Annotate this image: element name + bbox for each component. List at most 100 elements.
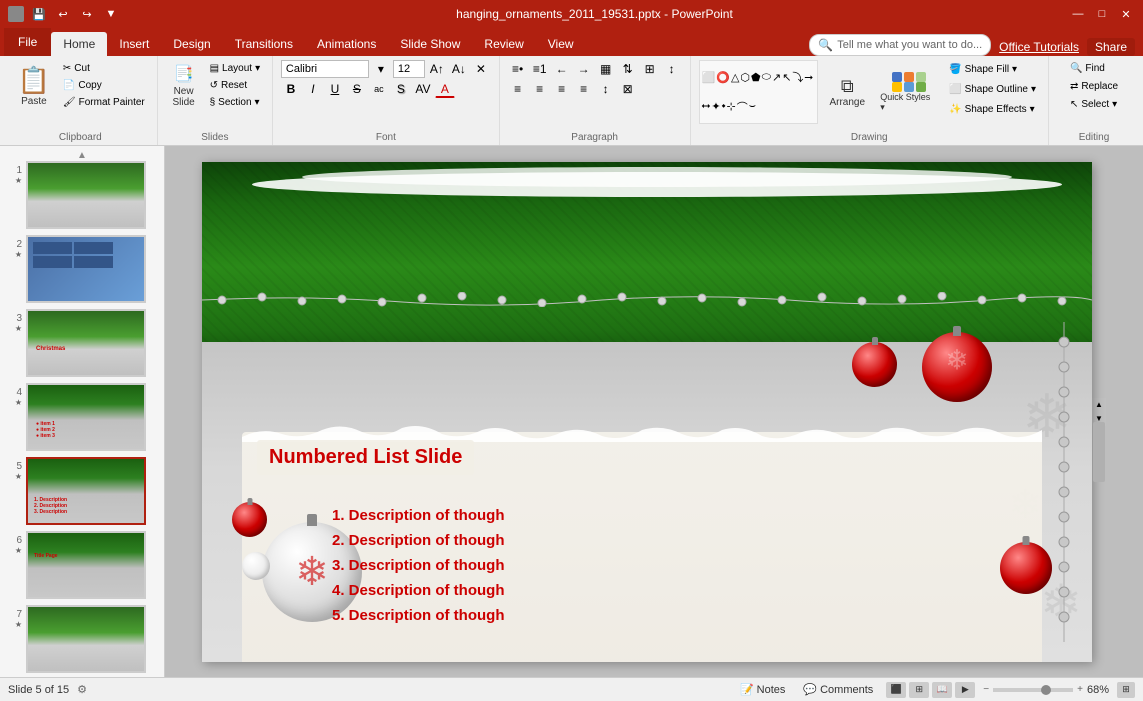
quick-styles-btn[interactable]: Quick Styles ▾ (876, 60, 941, 124)
minimize-btn[interactable]: — (1069, 5, 1087, 23)
italic-btn[interactable]: I (303, 80, 323, 98)
align-left-btn[interactable]: ≡ (508, 80, 528, 98)
tab-insert[interactable]: Insert (107, 32, 161, 56)
slide-img-5[interactable]: 1. Description2. Description3. Descripti… (26, 457, 146, 525)
scroll-up-btn[interactable]: ▲ (1092, 398, 1106, 412)
find-btn[interactable]: 🔍 Find (1066, 60, 1122, 76)
text-dir-btn[interactable]: ⇅ (618, 60, 638, 78)
slideshow-btn[interactable]: ▶ (955, 682, 975, 698)
quick-redo-btn[interactable]: ↪ (78, 5, 96, 23)
slide-thumb-6[interactable]: 6 ★ Title Page (4, 531, 160, 599)
notes-btn[interactable]: 📝 Notes (735, 682, 790, 697)
tab-review[interactable]: Review (472, 32, 535, 56)
copy-btn[interactable]: 📄Copy (59, 77, 149, 93)
help-search-box[interactable]: 🔍 Tell me what you want to do... (809, 34, 991, 56)
zoom-in-btn[interactable]: + (1077, 684, 1083, 695)
zoom-slider[interactable] (993, 688, 1073, 692)
reset-btn[interactable]: ↺ Reset (206, 77, 265, 93)
font-color-btn[interactable]: A (435, 80, 455, 98)
font-size-input[interactable] (393, 60, 425, 78)
numbering-btn[interactable]: ≡1 (530, 60, 550, 78)
comments-btn[interactable]: 💬 Comments (798, 682, 878, 697)
shape-outline-btn[interactable]: ⬜ Shape Outline ▾ (945, 80, 1040, 98)
reading-view-btn[interactable]: 📖 (932, 682, 952, 698)
justify-btn[interactable]: ≡ (574, 80, 594, 98)
slide-img-7[interactable] (26, 605, 146, 673)
slide-thumb-2[interactable]: 2 ★ (4, 235, 160, 303)
slide-panel-scroll-up[interactable]: ▲ (4, 150, 160, 161)
slide-img-4[interactable]: ● item 1● item 2● item 3 (26, 383, 146, 451)
font-name-input[interactable] (281, 60, 369, 78)
tab-animations[interactable]: Animations (305, 32, 388, 56)
slide-img-6[interactable]: Title Page (26, 531, 146, 599)
normal-view-btn[interactable]: ⬛ (886, 682, 906, 698)
align-center-btn[interactable]: ≡ (530, 80, 550, 98)
replace-icon: ⇄ (1070, 81, 1078, 92)
slide-canvas[interactable]: ❄ ❄ ❄ (202, 162, 1092, 662)
increase-indent-btn[interactable]: → (574, 60, 594, 78)
underline-btn[interactable]: U (325, 80, 345, 98)
zoom-thumb[interactable] (1041, 685, 1051, 695)
decrease-indent-btn[interactable]: ← (552, 60, 572, 78)
tab-file[interactable]: File (4, 28, 51, 56)
slide-thumb-3[interactable]: 3 ★ Christmas (4, 309, 160, 377)
share-btn[interactable]: Share (1087, 38, 1135, 56)
cut-btn[interactable]: ✂Cut (59, 60, 149, 76)
slide-thumb-4[interactable]: 4 ★ ● item 1● item 2● item 3 (4, 383, 160, 451)
office-tutorials-link[interactable]: Office Tutorials (999, 40, 1079, 54)
shapes-palette[interactable]: ⬜⭕△⬡ ⬟⬭↗↖ ⤵⭢⭤✦ ⬩⊹⌒⌣ (699, 60, 819, 124)
zoom-out-btn[interactable]: − (983, 684, 989, 695)
columns-btn[interactable]: ▦ (596, 60, 616, 78)
linespacing-btn[interactable]: ↕ (662, 60, 682, 78)
font-size-increment-btn[interactable]: A↑ (427, 60, 447, 78)
font-name-dropdown[interactable]: ▾ (371, 60, 391, 78)
quick-undo-btn[interactable]: ↩ (54, 5, 72, 23)
smartart-btn[interactable]: ⊞ (640, 60, 660, 78)
shape-fill-btn[interactable]: 🪣 Shape Fill ▾ (945, 60, 1040, 78)
scroll-thumb[interactable] (1093, 422, 1105, 482)
replace-btn[interactable]: ⇄ Replace (1066, 78, 1122, 94)
arrange-btn[interactable]: ⧉ Arrange (822, 60, 872, 124)
strikethrough-btn[interactable]: S (347, 80, 367, 98)
tab-slideshow[interactable]: Slide Show (388, 32, 472, 56)
tab-design[interactable]: Design (161, 32, 222, 56)
ornament-red-2 (852, 342, 897, 387)
quick-styles-label: Quick Styles ▾ (880, 92, 937, 113)
shadow-btn[interactable]: S (391, 80, 411, 98)
slide-sorter-btn[interactable]: ⊞ (909, 682, 929, 698)
slide-thumb-5[interactable]: 5 ★ 1. Description2. Description3. Descr… (4, 457, 160, 525)
quick-save-btn[interactable]: 💾 (30, 5, 48, 23)
tab-home[interactable]: Home (51, 32, 107, 56)
new-slide-btn[interactable]: 📑 New Slide (166, 60, 202, 110)
para-spacing-btn[interactable]: ↕ (596, 80, 616, 98)
smallcaps-btn[interactable]: ac (369, 80, 389, 98)
tab-view[interactable]: View (536, 32, 586, 56)
spacing-btn[interactable]: AV (413, 80, 433, 98)
font-size-decrement-btn[interactable]: A↓ (449, 60, 469, 78)
select-btn[interactable]: ↖ Select ▾ (1066, 96, 1122, 112)
slide-thumb-7[interactable]: 7 ★ (4, 605, 160, 673)
align-right-btn[interactable]: ≡ (552, 80, 572, 98)
format-painter-btn[interactable]: 🖌Format Painter (59, 94, 149, 110)
slide-img-1[interactable] (26, 161, 146, 229)
shape-effects-btn[interactable]: ✨ Shape Effects ▾ (945, 100, 1040, 118)
slide-img-3[interactable]: Christmas (26, 309, 146, 377)
maximize-btn[interactable]: □ (1093, 5, 1111, 23)
bullets-btn[interactable]: ≡• (508, 60, 528, 78)
fit-to-window-btn[interactable]: ⊞ (1117, 682, 1135, 698)
paste-btn[interactable]: 📋 Paste (12, 60, 56, 112)
bold-btn[interactable]: B (281, 80, 301, 98)
main-area: ▲ 1 ★ 2 ★ (0, 146, 1143, 677)
layout-btn[interactable]: ▤ Layout ▾ (206, 60, 265, 76)
section-btn[interactable]: § Section ▾ (206, 94, 265, 110)
tab-transitions[interactable]: Transitions (223, 32, 305, 56)
slide-img-2[interactable] (26, 235, 146, 303)
layout-icon: ▤ (210, 63, 219, 74)
close-btn[interactable]: ✕ (1117, 5, 1135, 23)
clear-format-btn[interactable]: ✕ (471, 60, 491, 78)
paste-label: Paste (21, 96, 47, 107)
convert-to-smartart-btn[interactable]: ⊠ (618, 80, 638, 98)
quick-styles-swatches2 (892, 82, 926, 92)
slide-thumb-1[interactable]: 1 ★ (4, 161, 160, 229)
quick-customize-btn[interactable]: ▼ (102, 5, 120, 23)
